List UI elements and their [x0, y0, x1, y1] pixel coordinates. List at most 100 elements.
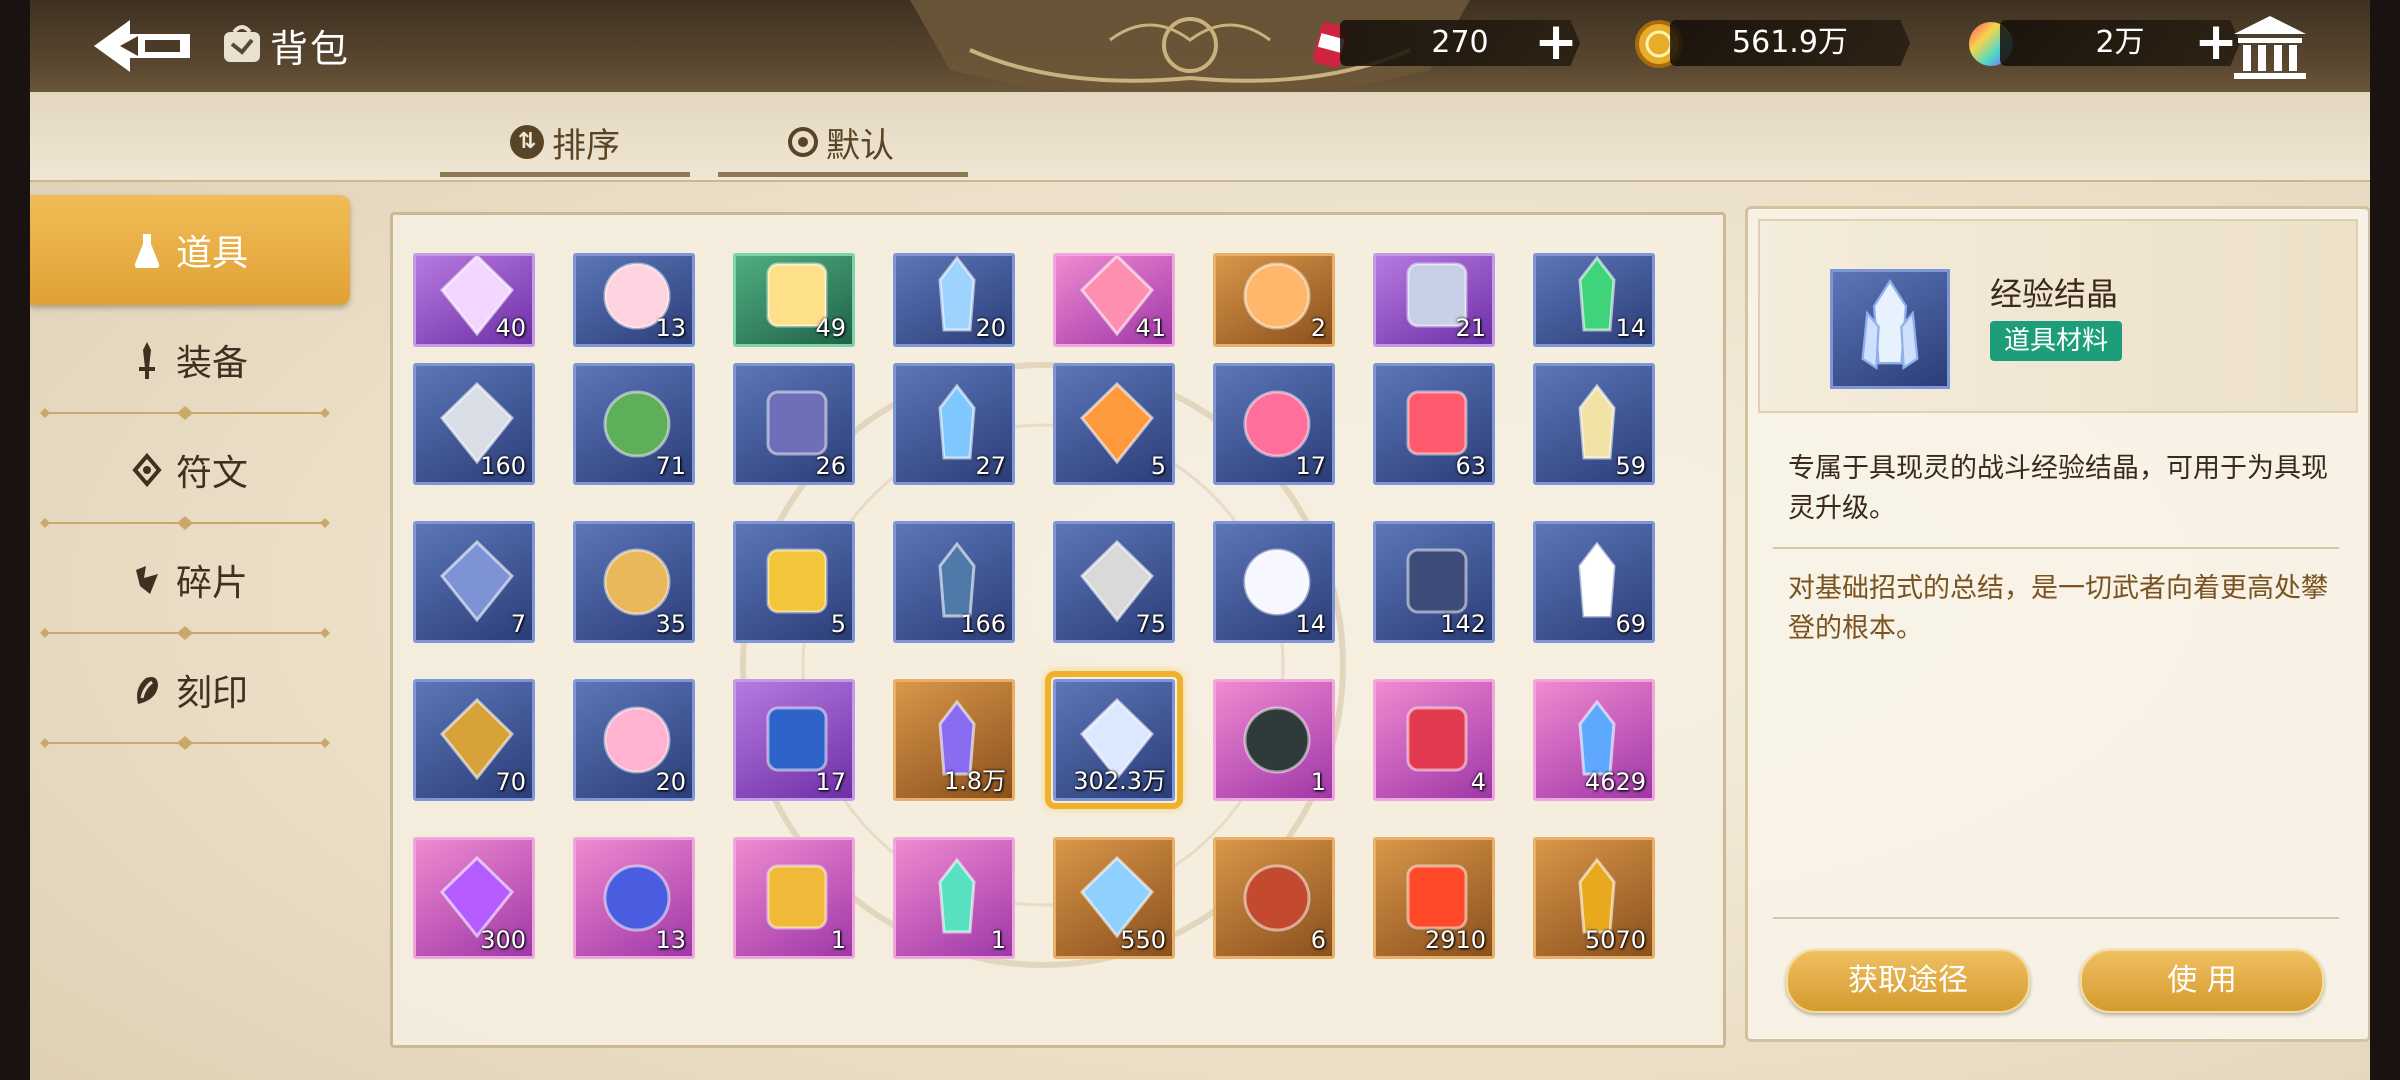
inventory-slot[interactable]: 41 — [1053, 253, 1175, 347]
inventory-slot[interactable]: 1 — [1213, 679, 1335, 801]
sidebar-item-label: 符文 — [175, 453, 248, 494]
back-arrow-icon — [94, 20, 190, 72]
orange-flask-icon — [1079, 381, 1155, 465]
item-count: 69 — [1615, 610, 1646, 638]
sidebar-item-label: 装备 — [175, 343, 248, 384]
golden-apple-icon — [766, 548, 828, 614]
detail-divider — [1773, 917, 2339, 919]
rune-icon — [132, 452, 162, 488]
inventory-slot[interactable]: 4 — [1373, 679, 1495, 801]
item-count: 5 — [1150, 452, 1166, 480]
item-count: 26 — [815, 452, 846, 480]
inventory-slot[interactable]: 26 — [733, 363, 855, 485]
inventory-slot[interactable]: 4629 — [1533, 679, 1655, 801]
default-underline — [718, 172, 968, 177]
museum-icon[interactable] — [2230, 12, 2310, 82]
item-count: 35 — [655, 610, 686, 638]
sort-label: 排序 — [552, 125, 620, 166]
inventory-slot[interactable]: 1 — [893, 837, 1015, 959]
inventory-slot[interactable]: 59 — [1533, 363, 1655, 485]
default-filter-tab[interactable]: 默认 — [788, 112, 894, 172]
item-count: 17 — [815, 768, 846, 796]
inventory-slot[interactable]: 35 — [573, 521, 695, 643]
inventory-slot[interactable]: 6 — [1213, 837, 1335, 959]
sidebar-divider — [40, 736, 330, 750]
item-count: 40 — [495, 314, 526, 342]
inventory-slot[interactable]: 1 — [733, 837, 855, 959]
item-count: 4629 — [1584, 768, 1646, 796]
item-count: 2 — [1310, 314, 1326, 342]
imprint-icon — [136, 677, 158, 704]
sidebar-item-equipment[interactable]: 装备 — [30, 305, 350, 415]
gold-value: 561.9万 — [1732, 25, 1848, 60]
item-count: 300 — [480, 926, 526, 954]
radio-icon — [788, 127, 818, 157]
item-count: 166 — [960, 610, 1006, 638]
back-button[interactable] — [85, 14, 205, 78]
inventory-slot[interactable]: 14 — [1533, 253, 1655, 347]
inventory-slot[interactable]: 17 — [1213, 363, 1335, 485]
blue-cloth-icon — [439, 539, 515, 623]
item-count: 1 — [990, 926, 1006, 954]
sidebar-item-imprint[interactable]: 刻印 — [30, 635, 350, 745]
item-count: 5 — [830, 610, 846, 638]
item-count: 63 — [1455, 452, 1486, 480]
inventory-slot[interactable]: 63 — [1373, 363, 1495, 485]
inventory-slot[interactable]: 75 — [1053, 521, 1175, 643]
item-count: 70 — [495, 768, 526, 796]
inventory-slot[interactable]: 550 — [1053, 837, 1175, 959]
item-count: 550 — [1120, 926, 1166, 954]
item-count: 49 — [815, 314, 846, 342]
item-count: 5070 — [1584, 926, 1646, 954]
inventory-slot[interactable]: 5070 — [1533, 837, 1655, 959]
inventory-slot[interactable]: 2910 — [1373, 837, 1495, 959]
item-count: 21 — [1455, 314, 1486, 342]
obtain-source-button[interactable]: 获取途径 — [1786, 949, 2030, 1013]
inventory-slot[interactable]: 300 — [413, 837, 535, 959]
item-count: 160 — [480, 452, 526, 480]
inventory-slot[interactable]: 13 — [573, 253, 695, 347]
inventory-slot[interactable]: 142 — [1373, 521, 1495, 643]
inventory-slot[interactable]: 166 — [893, 521, 1015, 643]
item-count: 71 — [655, 452, 686, 480]
inventory-slot[interactable]: 5 — [1053, 363, 1175, 485]
inventory-slot[interactable]: 70 — [413, 679, 535, 801]
inventory-slot[interactable]: 21 — [1373, 253, 1495, 347]
inventory-slot[interactable]: 17 — [733, 679, 855, 801]
inventory-grid: 40 13 49 20 41 2 21 14 160 71 26 27 5 17 63 59 7 35 5 166 75… — [390, 212, 1726, 1048]
sidebar-item-label: 道具 — [175, 233, 248, 274]
sort-tab[interactable]: ⇅ 排序 — [510, 112, 620, 172]
sidebar-item-runes[interactable]: 符文 — [30, 415, 350, 525]
item-detail-header: 经验结晶 道具材料 — [1758, 219, 2358, 413]
inventory-slot[interactable]: 7 — [413, 521, 535, 643]
item-category-badge: 道具材料 — [1990, 321, 2123, 361]
page-title: 背包 — [270, 27, 351, 71]
inventory-slot[interactable]: 49 — [733, 253, 855, 347]
game-screen: 背包 2 70 + 561.9万 2万 + ⇅ 排序 默认 道具 装备 符文 碎片… — [30, 0, 2370, 1080]
inventory-slot[interactable]: 13 — [573, 837, 695, 959]
item-detail-panel: 经验结晶 道具材料 专属于具现灵的战斗经验结晶，可用于为具现灵升级。 对基础招式… — [1745, 206, 2370, 1042]
inventory-slot[interactable]: 69 — [1533, 521, 1655, 643]
item-count: 1 — [1310, 768, 1326, 796]
sidebar-item-fragments[interactable]: 碎片 — [30, 525, 350, 635]
inventory-slot[interactable]: 2 — [1213, 253, 1335, 347]
inventory-slot[interactable]: 160 — [413, 363, 535, 485]
inventory-slot[interactable]: 20 — [893, 253, 1015, 347]
inventory-slot[interactable]: 14 — [1213, 521, 1335, 643]
item-count: 6 — [1310, 926, 1326, 954]
inventory-slot[interactable]: 5 — [733, 521, 855, 643]
item-count: 13 — [655, 926, 686, 954]
inventory-slot[interactable]: 20 — [573, 679, 695, 801]
inventory-slot[interactable]: 27 — [893, 363, 1015, 485]
use-button[interactable]: 使 用 — [2080, 949, 2324, 1013]
sort-underline — [440, 172, 690, 177]
sidebar-item-label: 碎片 — [175, 563, 248, 604]
inventory-slot[interactable]: 71 — [573, 363, 695, 485]
default-label: 默认 — [826, 125, 894, 166]
inventory-slot[interactable]: 40 — [413, 253, 535, 347]
inventory-slot[interactable]: 1.8万 — [893, 679, 1015, 801]
item-count: 13 — [655, 314, 686, 342]
add-stamina-button[interactable]: + — [1532, 16, 1580, 68]
sidebar-item-items[interactable]: 道具 — [30, 195, 350, 305]
item-description: 专属于具现灵的战斗经验结晶，可用于为具现灵升级。 — [1788, 453, 2328, 524]
